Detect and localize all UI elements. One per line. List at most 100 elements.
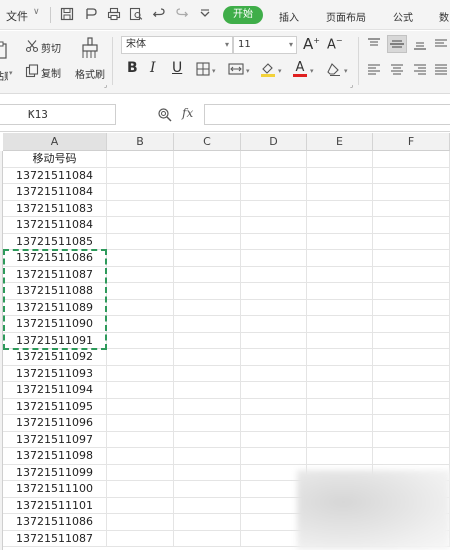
cell-e15[interactable] bbox=[307, 382, 373, 399]
cell-a7[interactable]: 13721511086 bbox=[3, 250, 107, 267]
cell-b16[interactable] bbox=[107, 398, 174, 415]
column-header-e[interactable]: E bbox=[307, 133, 373, 151]
file-menu-arrow-icon[interactable]: ∨ bbox=[33, 7, 40, 17]
cell-f18[interactable] bbox=[373, 431, 450, 448]
cell-e14[interactable] bbox=[307, 365, 373, 382]
orientation-icon[interactable] bbox=[434, 37, 448, 51]
cell-e13[interactable] bbox=[307, 349, 373, 366]
align-center-icon[interactable] bbox=[390, 63, 404, 77]
cell-d13[interactable] bbox=[241, 349, 307, 366]
bold-button[interactable]: B bbox=[127, 60, 138, 76]
cell-d1[interactable] bbox=[241, 151, 307, 168]
scissors-icon[interactable] bbox=[25, 39, 39, 53]
cell-a24[interactable]: 13721511087 bbox=[3, 530, 107, 547]
cell-e12[interactable] bbox=[307, 332, 373, 349]
cell-b3[interactable] bbox=[107, 184, 174, 201]
cell-d4[interactable] bbox=[241, 200, 307, 217]
cell-c21[interactable] bbox=[174, 481, 241, 498]
format-painter-icon[interactable] bbox=[80, 37, 100, 59]
font-color-dropdown-icon[interactable]: ▾ bbox=[310, 67, 314, 75]
cell-f7[interactable] bbox=[373, 250, 450, 267]
cell-b15[interactable] bbox=[107, 382, 174, 399]
paste-dropdown-icon[interactable]: ▾ bbox=[9, 69, 13, 77]
cell-b21[interactable] bbox=[107, 481, 174, 498]
cell-c10[interactable] bbox=[174, 299, 241, 316]
cell-f5[interactable] bbox=[373, 217, 450, 234]
cell-c24[interactable] bbox=[174, 530, 241, 547]
customize-toolbar-icon[interactable] bbox=[198, 7, 212, 21]
borders-icon[interactable] bbox=[196, 62, 210, 76]
cell-b7[interactable] bbox=[107, 250, 174, 267]
cell-c22[interactable] bbox=[174, 497, 241, 514]
cell-a22[interactable]: 13721511101 bbox=[3, 497, 107, 514]
cell-b22[interactable] bbox=[107, 497, 174, 514]
fill-color-icon[interactable] bbox=[260, 61, 276, 77]
cell-e19[interactable] bbox=[307, 448, 373, 465]
cell-b8[interactable] bbox=[107, 266, 174, 283]
cell-a18[interactable]: 13721511097 bbox=[3, 431, 107, 448]
cell-f1[interactable] bbox=[373, 151, 450, 168]
cell-b9[interactable] bbox=[107, 283, 174, 300]
cell-e7[interactable] bbox=[307, 250, 373, 267]
cell-e3[interactable] bbox=[307, 184, 373, 201]
cell-a23[interactable]: 13721511086 bbox=[3, 514, 107, 531]
cell-a19[interactable]: 13721511098 bbox=[3, 448, 107, 465]
cell-e11[interactable] bbox=[307, 316, 373, 333]
underline-button[interactable]: U bbox=[172, 60, 182, 76]
cell-c8[interactable] bbox=[174, 266, 241, 283]
cell-d14[interactable] bbox=[241, 365, 307, 382]
cell-b13[interactable] bbox=[107, 349, 174, 366]
cell-c14[interactable] bbox=[174, 365, 241, 382]
cell-d17[interactable] bbox=[241, 415, 307, 432]
paste-label[interactable]: 粘贴 bbox=[0, 68, 8, 83]
cell-d12[interactable] bbox=[241, 332, 307, 349]
export-pdf-icon[interactable] bbox=[84, 7, 98, 21]
cell-e18[interactable] bbox=[307, 431, 373, 448]
copy-button[interactable]: 复制 bbox=[41, 65, 61, 80]
cell-e9[interactable] bbox=[307, 283, 373, 300]
font-size-select[interactable]: 11 ▾ bbox=[233, 36, 297, 54]
cell-d18[interactable] bbox=[241, 431, 307, 448]
clipboard-launcher-icon[interactable]: ⌟ bbox=[104, 81, 107, 89]
save-icon[interactable] bbox=[60, 7, 74, 21]
column-header-b[interactable]: B bbox=[107, 133, 174, 151]
font-color-icon[interactable]: A bbox=[293, 60, 307, 77]
cell-c9[interactable] bbox=[174, 283, 241, 300]
cell-c17[interactable] bbox=[174, 415, 241, 432]
column-header-c[interactable]: C bbox=[174, 133, 241, 151]
cell-c3[interactable] bbox=[174, 184, 241, 201]
cell-b18[interactable] bbox=[107, 431, 174, 448]
cell-d6[interactable] bbox=[241, 233, 307, 250]
cell-b19[interactable] bbox=[107, 448, 174, 465]
cut-button[interactable]: 剪切 bbox=[41, 40, 61, 55]
cell-f17[interactable] bbox=[373, 415, 450, 432]
cell-f19[interactable] bbox=[373, 448, 450, 465]
cell-e8[interactable] bbox=[307, 266, 373, 283]
cell-b20[interactable] bbox=[107, 464, 174, 481]
insert-function-button[interactable]: fx bbox=[182, 106, 193, 120]
tab-insert[interactable]: 插入 bbox=[279, 9, 299, 24]
cell-a2[interactable]: 13721511084 bbox=[3, 167, 107, 184]
column-header-a[interactable]: A bbox=[3, 133, 107, 151]
font-settings-launcher-icon[interactable]: ⌟ bbox=[350, 81, 353, 89]
cell-f12[interactable] bbox=[373, 332, 450, 349]
align-bottom-icon[interactable] bbox=[413, 37, 427, 51]
cell-f14[interactable] bbox=[373, 365, 450, 382]
tab-page-layout[interactable]: 页面布局 bbox=[326, 9, 366, 24]
cell-f16[interactable] bbox=[373, 398, 450, 415]
cell-c1[interactable] bbox=[174, 151, 241, 168]
cell-d16[interactable] bbox=[241, 398, 307, 415]
file-menu[interactable]: 文件 bbox=[6, 8, 28, 24]
cell-f8[interactable] bbox=[373, 266, 450, 283]
align-right-icon[interactable] bbox=[413, 63, 427, 77]
cell-e6[interactable] bbox=[307, 233, 373, 250]
cell-d11[interactable] bbox=[241, 316, 307, 333]
cell-b1[interactable] bbox=[107, 151, 174, 168]
clear-format-icon[interactable] bbox=[326, 61, 342, 77]
cell-a13[interactable]: 13721511092 bbox=[3, 349, 107, 366]
cell-c15[interactable] bbox=[174, 382, 241, 399]
cell-e4[interactable] bbox=[307, 200, 373, 217]
align-middle-icon[interactable] bbox=[387, 35, 407, 53]
merge-cells-dropdown-icon[interactable]: ▾ bbox=[246, 67, 250, 75]
cell-a21[interactable]: 13721511100 bbox=[3, 481, 107, 498]
